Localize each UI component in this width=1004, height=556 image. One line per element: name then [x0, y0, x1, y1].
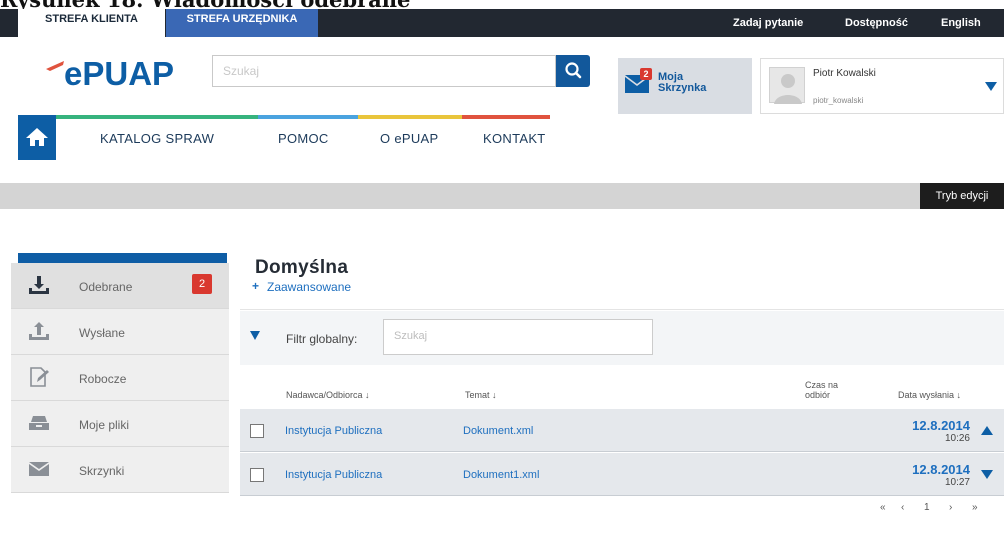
row-checkbox[interactable]	[250, 468, 264, 482]
avatar	[769, 67, 805, 104]
row-expand-up-icon[interactable]	[981, 426, 993, 435]
sidebar-item-label: Skrzynki	[79, 464, 125, 478]
tab-strefa-urzednika[interactable]: STREFA URZĘDNIKA	[166, 9, 318, 37]
home-icon	[26, 128, 48, 146]
nav-katalog-spraw[interactable]: KATALOG SPRAW	[100, 131, 214, 146]
sidebar-item-label: Wysłane	[79, 326, 125, 340]
outbox-upload-icon	[29, 322, 49, 340]
global-filter-row: Filtr globalny: Szukaj	[240, 311, 1004, 365]
global-filter-input[interactable]: Szukaj	[383, 319, 653, 355]
row-subject[interactable]: Dokument1.xml	[463, 469, 539, 481]
row-checkbox[interactable]	[250, 424, 264, 438]
files-tray-icon	[29, 416, 49, 430]
global-filter-label: Filtr globalny:	[286, 332, 358, 346]
sidebar-item-robocze[interactable]: Robocze	[11, 355, 229, 401]
epuap-logo[interactable]: ePUAP	[44, 55, 189, 89]
english-link[interactable]: English	[941, 9, 981, 37]
pager-next[interactable]: ›	[949, 502, 952, 513]
breadcrumb-bar	[0, 183, 1004, 209]
nav-kontakt[interactable]: KONTAKT	[483, 131, 546, 146]
row-sender[interactable]: Instytucja Publiczna	[285, 425, 382, 437]
main-navigation: KATALOG SPRAW POMOC O ePUAP KONTAKT	[0, 115, 1004, 161]
nav-stripe-yellow	[358, 115, 462, 119]
user-login: piotr_kowalski	[813, 96, 864, 105]
mailbox-label: Moja Skrzynka	[658, 71, 707, 94]
table-row[interactable]: Instytucja Publiczna Dokument1.xml 12.8.…	[240, 453, 1004, 496]
column-header-time[interactable]: Czas na odbiór	[805, 380, 851, 400]
row-time: 10:26	[944, 433, 970, 444]
row-date: 12.8.2014	[912, 462, 970, 477]
search-input[interactable]: Szukaj	[212, 55, 556, 87]
envelope-icon	[29, 462, 49, 476]
sidebar-item-label: Robocze	[79, 372, 127, 386]
pager-last[interactable]: »	[972, 502, 978, 513]
chevron-down-icon[interactable]	[985, 82, 997, 92]
column-header-sender[interactable]: Nadawca/Odbiorca ↓	[286, 390, 370, 400]
pager-first[interactable]: «	[880, 502, 886, 513]
sidebar-item-wyslane[interactable]: Wysłane	[11, 309, 229, 355]
top-bar: STREFA KLIENTA STREFA URZĘDNIKA Zadaj py…	[0, 9, 1004, 37]
plus-icon: +	[252, 279, 260, 293]
row-expand-down-icon[interactable]	[981, 470, 993, 479]
row-time: 10:27	[944, 477, 970, 488]
ask-question-link[interactable]: Zadaj pytanie	[733, 9, 803, 37]
unread-count-badge: 2	[192, 274, 212, 294]
sidebar-item-odebrane[interactable]: Odebrane 2	[11, 263, 229, 309]
collapse-triangle-icon[interactable]	[250, 331, 260, 340]
sidebar-item-label: Moje pliki	[79, 418, 130, 432]
accessibility-link[interactable]: Dostępność	[845, 9, 908, 37]
sidebar-item-label: Odebrane	[79, 280, 133, 294]
draft-edit-icon	[30, 367, 49, 387]
search-icon	[565, 62, 582, 79]
row-subject[interactable]: Dokument.xml	[463, 425, 533, 437]
my-mailbox-button[interactable]: 2 Moja Skrzynka	[618, 58, 752, 114]
nav-stripe-green	[56, 115, 258, 119]
document-caption: Rysunek 18. Wiadomości odebrane	[0, 0, 410, 9]
advanced-filter-row: + Zaawansowane	[240, 264, 1004, 310]
column-header-subject[interactable]: Temat ↓	[465, 390, 497, 400]
pager-page-1[interactable]: 1	[924, 502, 930, 513]
tab-strefa-klienta[interactable]: STREFA KLIENTA	[18, 9, 165, 37]
pager-prev[interactable]: ‹	[901, 502, 904, 513]
mailbox-count-badge: 2	[640, 68, 652, 80]
table-row[interactable]: Instytucja Publiczna Dokument.xml 12.8.2…	[240, 409, 1004, 452]
search-button[interactable]	[556, 55, 590, 87]
sidebar-item-moje-pliki[interactable]: Moje pliki	[11, 401, 229, 447]
inbox-download-icon	[29, 276, 49, 294]
row-sender[interactable]: Instytucja Publiczna	[285, 469, 382, 481]
user-name: Piotr Kowalski	[813, 68, 876, 79]
user-menu[interactable]: Piotr Kowalski piotr_kowalski	[760, 58, 1004, 114]
nav-stripe-red	[462, 115, 550, 119]
nav-pomoc[interactable]: POMOC	[278, 131, 329, 146]
advanced-toggle-link[interactable]: Zaawansowane	[267, 280, 351, 294]
svg-text:ePUAP: ePUAP	[64, 55, 174, 89]
row-date: 12.8.2014	[912, 418, 970, 433]
sidebar-item-skrzynki[interactable]: Skrzynki	[11, 447, 229, 493]
nav-stripe-blue	[258, 115, 358, 119]
home-button[interactable]	[18, 115, 56, 160]
nav-o-epuap[interactable]: O ePUAP	[380, 131, 438, 146]
edit-mode-button[interactable]: Tryb edycji	[920, 183, 1004, 209]
column-header-date[interactable]: Data wysłania ↓	[898, 390, 961, 400]
user-silhouette-icon	[774, 74, 802, 104]
